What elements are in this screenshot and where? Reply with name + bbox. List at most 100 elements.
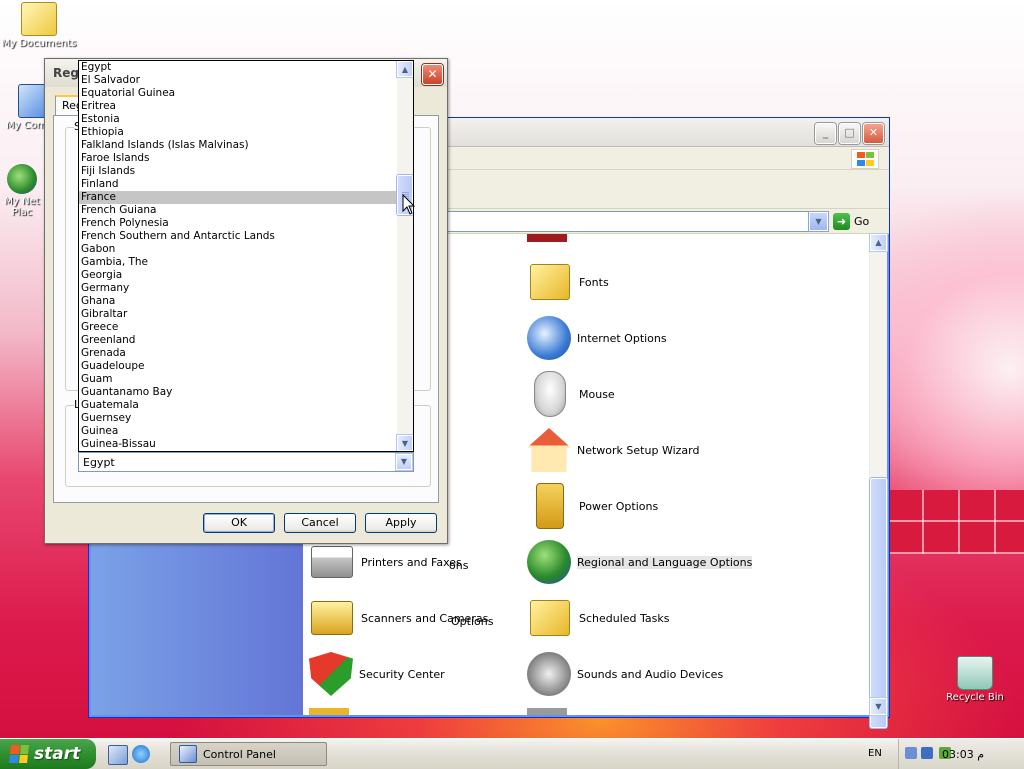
- cp-item-label: Sounds and Audio Devices: [577, 667, 724, 681]
- cp-item-network-setup-wizard[interactable]: Network Setup Wizard: [527, 428, 699, 472]
- dropdown-option[interactable]: French Polynesia: [79, 217, 397, 230]
- scroll-up-icon[interactable]: ▲: [397, 61, 413, 77]
- dropdown-option[interactable]: Guadeloupe: [79, 360, 397, 373]
- dropdown-option[interactable]: Greece: [79, 321, 397, 334]
- dropdown-option[interactable]: France: [79, 191, 397, 204]
- cp-item-label: Scheduled Tasks: [579, 611, 670, 625]
- dropdown-option[interactable]: Equatorial Guinea: [79, 87, 397, 100]
- cp-item-label: Mouse: [579, 387, 615, 401]
- language-indicator[interactable]: EN: [868, 748, 882, 759]
- apply-button[interactable]: Apply: [365, 513, 437, 533]
- go-button[interactable]: ➜ Go: [833, 212, 869, 230]
- desktop-icon-label: Recycle Bin: [946, 692, 1004, 703]
- taskbar-item-control-panel[interactable]: Control Panel: [170, 742, 327, 766]
- cp-item-mouse[interactable]: Mouse: [527, 371, 615, 417]
- cp-item-sounds-audio-devices[interactable]: Sounds and Audio Devices: [527, 652, 723, 696]
- dropdown-scrollbar[interactable]: ▲ ▼: [397, 61, 413, 451]
- dropdown-option[interactable]: Ghana: [79, 295, 397, 308]
- cp-item-fonts[interactable]: Fonts: [527, 260, 609, 304]
- dropdown-option[interactable]: French Guiana: [79, 204, 397, 217]
- network-tray-icon[interactable]: [921, 747, 933, 759]
- recycle-bin-icon: [957, 656, 993, 690]
- network-house-icon: [527, 428, 571, 472]
- network-globe-icon: [7, 164, 37, 194]
- printer-icon: [311, 546, 353, 578]
- windows-logo-icon: [9, 745, 29, 763]
- network-tray-icon[interactable]: [905, 747, 917, 759]
- cp-item-label: Network Setup Wizard: [577, 443, 700, 457]
- dropdown-option[interactable]: Gibraltar: [79, 308, 397, 321]
- maximize-button[interactable]: □: [839, 123, 860, 144]
- desktop-icon-my-computer[interactable]: My Com: [0, 84, 54, 131]
- dropdown-option[interactable]: Faroe Islands: [79, 152, 397, 165]
- dropdown-option[interactable]: Greenland: [79, 334, 397, 347]
- cp-item-power-options[interactable]: Power Options: [527, 483, 659, 529]
- content-scrollbar[interactable]: ▲ ▼: [869, 234, 887, 728]
- dropdown-option[interactable]: Germany: [79, 282, 397, 295]
- minimize-button[interactable]: _: [815, 123, 836, 144]
- cp-item-scheduled-tasks[interactable]: Scheduled Tasks: [527, 596, 670, 640]
- cp-item-regional-language-options[interactable]: Regional and Language Options: [527, 540, 753, 584]
- internet-explorer-icon[interactable]: [132, 745, 150, 763]
- dropdown-option[interactable]: Estonia: [79, 113, 397, 126]
- dropdown-option[interactable]: El Salvador: [79, 74, 397, 87]
- dropdown-option[interactable]: Fiji Islands: [79, 165, 397, 178]
- clock: 03:03 م: [942, 748, 985, 761]
- desktop-icon-label: Plac: [11, 207, 33, 218]
- cancel-button[interactable]: Cancel: [284, 513, 356, 533]
- dropdown-option[interactable]: Guinea: [79, 425, 397, 438]
- dropdown-option[interactable]: Eritrea: [79, 100, 397, 113]
- cp-item-printers-faxes[interactable]: Printers and Faxes: [309, 540, 462, 584]
- cp-item-label: Internet Options: [577, 331, 667, 345]
- dropdown-option[interactable]: Guinea-Bissau: [79, 438, 397, 451]
- dropdown-option[interactable]: Ethiopia: [79, 126, 397, 139]
- desktop-icon-label: My Net: [4, 196, 40, 207]
- show-desktop-icon[interactable]: [108, 745, 128, 765]
- partial-item-icon: [527, 708, 567, 715]
- security-shield-icon: [309, 652, 353, 696]
- scheduled-tasks-icon: [530, 600, 570, 636]
- start-button[interactable]: start: [0, 739, 96, 769]
- desktop-icon-my-documents[interactable]: My Documents: [0, 2, 78, 49]
- location-combobox-value: Egypt: [83, 456, 115, 469]
- dropdown-rows: Egypt El Salvador Equatorial Guinea Eritrea…: [79, 61, 397, 451]
- partial-item-label: ons: [449, 559, 469, 572]
- cp-item-label: Printers and Faxes: [361, 555, 462, 569]
- desktop-icon-my-network[interactable]: My Net Plac: [0, 164, 44, 218]
- mouse-icon: [534, 371, 566, 417]
- dialog-close-button[interactable]: ✕: [422, 64, 443, 85]
- dropdown-option[interactable]: Guatemala: [79, 399, 397, 412]
- taskbar: start Control Panel EN 03:03 م: [0, 738, 1024, 769]
- cp-item-label: Power Options: [579, 499, 659, 513]
- cp-item-label: Regional and Language Options: [577, 555, 753, 569]
- scanner-icon: [311, 601, 353, 635]
- cp-item-label: Security Center: [359, 667, 445, 681]
- chevron-down-icon[interactable]: ▼: [396, 454, 412, 470]
- dropdown-option[interactable]: Georgia: [79, 269, 397, 282]
- dropdown-option[interactable]: Guernsey: [79, 412, 397, 425]
- scroll-up-icon[interactable]: ▲: [870, 234, 887, 251]
- dropdown-option[interactable]: Gabon: [79, 243, 397, 256]
- dropdown-option[interactable]: Finland: [79, 178, 397, 191]
- dropdown-option[interactable]: Falkland Islands (Islas Malvinas): [79, 139, 397, 152]
- location-combobox[interactable]: Egypt ▼: [78, 452, 414, 472]
- scroll-thumb[interactable]: [870, 478, 887, 728]
- partial-item-icon: [527, 234, 567, 242]
- cp-item-security-center[interactable]: Security Center: [309, 652, 445, 696]
- location-dropdown-list[interactable]: Egypt El Salvador Equatorial Guinea Eritrea…: [78, 60, 414, 452]
- dropdown-option[interactable]: Guantanamo Bay: [79, 386, 397, 399]
- dropdown-option[interactable]: French Southern and Antarctic Lands: [79, 230, 397, 243]
- dropdown-option[interactable]: Gambia, The: [79, 256, 397, 269]
- dropdown-option[interactable]: Guam: [79, 373, 397, 386]
- dropdown-option[interactable]: Egypt: [79, 61, 397, 74]
- desktop-icon-recycle-bin[interactable]: Recycle Bin: [936, 656, 1014, 703]
- ok-button[interactable]: OK: [203, 513, 275, 533]
- scroll-down-icon[interactable]: ▼: [870, 698, 887, 715]
- dropdown-option[interactable]: Grenada: [79, 347, 397, 360]
- cp-item-internet-options[interactable]: Internet Options: [527, 316, 667, 360]
- close-button[interactable]: ✕: [863, 123, 884, 144]
- scroll-down-icon[interactable]: ▼: [397, 435, 413, 451]
- go-arrow-icon: ➜: [833, 212, 850, 230]
- address-dropdown-button[interactable]: ▼: [809, 212, 828, 231]
- windows-flag-icon: [851, 149, 879, 169]
